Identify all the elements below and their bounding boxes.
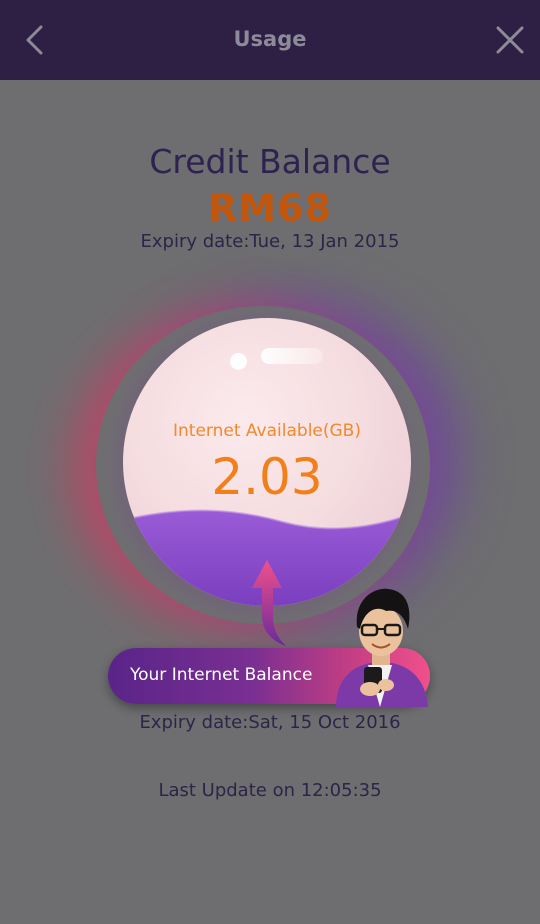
close-icon	[496, 26, 524, 54]
internet-available-value: 2.03	[211, 448, 323, 506]
credit-expiry-date: Expiry date:Tue, 13 Jan 2015	[140, 231, 400, 252]
credit-balance-title: Credit Balance	[149, 142, 391, 181]
person-avatar	[336, 588, 428, 707]
bubble-shine	[261, 348, 323, 364]
top-bar: Usage	[0, 0, 540, 80]
credit-balance-amount: RM68	[208, 186, 332, 230]
close-button[interactable]	[488, 18, 532, 62]
arrow-up-icon	[252, 560, 286, 646]
last-update-text: Last Update on 12:05:35	[158, 780, 382, 801]
page-title: Usage	[233, 27, 307, 51]
bubble-highlight	[230, 353, 247, 370]
internet-balance-label: Your Internet Balance	[130, 665, 313, 685]
internet-expiry-date: Expiry date:Sat, 15 Oct 2016	[139, 712, 401, 733]
internet-available-label: Internet Available(GB)	[173, 421, 361, 441]
